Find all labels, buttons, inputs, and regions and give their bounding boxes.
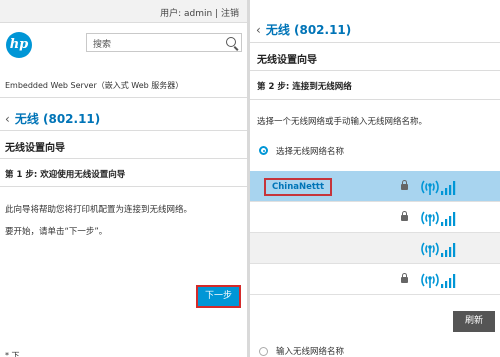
user-bar[interactable]: 用户: admin | 注销 [0,0,247,23]
search-placeholder: 搜索 [93,40,112,50]
option-select-label: 选择无线网络名称 [276,147,345,157]
right-panel: ‹ 无线 (802.11) 无线设置向导 第 2 步: 连接到无线网络 选择一个无… [250,0,500,357]
divider [0,97,247,98]
wifi-signal-icon [421,211,456,226]
divider [0,158,247,159]
search-input[interactable]: 搜索 [86,33,242,52]
lock-icon [401,180,408,190]
section-title: 无线 (802.11) [14,112,101,126]
divider [250,70,500,71]
wifi-signal-icon [421,180,456,195]
cut-text: * 下 [5,351,20,357]
network-list: ChinaNettt [250,171,500,295]
network-row[interactable]: ChinaNettt [250,171,500,202]
network-row[interactable] [250,264,500,295]
network-row[interactable] [250,202,500,233]
instruction-text: 选择一个无线网络或手动输入无线网络名称。 [257,117,428,127]
chevron-left-icon: ‹ [256,23,261,37]
chevron-left-icon: ‹ [5,112,10,126]
back-link[interactable]: ‹ 无线 (802.11) [5,110,100,127]
back-link[interactable]: ‹ 无线 (802.11) [256,21,351,38]
section-title: 无线 (802.11) [265,23,352,37]
left-panel: 用户: admin | 注销 hp 搜索 Embedded Web Server… [0,0,247,357]
radio-select-network[interactable] [259,146,268,155]
start-text: 要开始，请单击“下一步”。 [5,227,108,237]
hp-logo[interactable]: hp [6,32,32,58]
intro-text: 此向导将帮助您将打印机配置为连接到无线网络。 [5,205,193,215]
refresh-button[interactable]: 刷新 [453,311,495,332]
search-icon[interactable] [226,37,236,47]
step-title: 第 2 步: 连接到无线网络 [257,82,352,92]
divider [250,42,500,43]
wifi-signal-icon [421,242,456,257]
network-name: ChinaNettt [264,178,333,196]
wizard-title: 无线设置向导 [5,143,65,154]
lock-icon [401,211,408,221]
network-row[interactable] [250,233,500,264]
ews-label: Embedded Web Server（嵌入式 Web 服务器） [5,81,184,90]
wifi-signal-icon [421,273,456,288]
radio-manual-entry[interactable] [259,347,268,356]
step-title: 第 1 步: 欢迎使用无线设置向导 [5,170,126,180]
next-button[interactable]: 下一步 [196,285,241,308]
divider [250,99,500,100]
option-manual-label: 输入无线网络名称 [276,347,345,357]
divider [0,130,247,131]
wizard-title: 无线设置向导 [257,55,317,66]
lock-icon [401,273,408,283]
divider [0,186,247,187]
